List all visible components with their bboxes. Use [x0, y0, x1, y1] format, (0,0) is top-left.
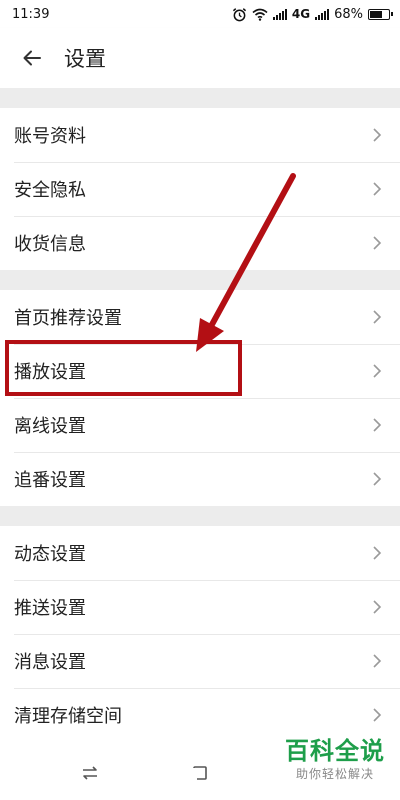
watermark-subtitle: 助你轻松解决 [295, 767, 374, 781]
settings-group-playback: 首页推荐设置 播放设置 离线设置 追番设置 [0, 290, 400, 506]
settings-item-offline[interactable]: 离线设置 [0, 398, 400, 452]
swap-icon [83, 766, 97, 780]
status-icons: 4G 68% [232, 6, 393, 22]
app-header: 设置 [0, 28, 400, 88]
settings-item-label: 账号资料 [14, 126, 86, 147]
settings-item-label: 收货信息 [14, 234, 86, 255]
settings-item-shipping-info[interactable]: 收货信息 [0, 216, 400, 270]
settings-item-label: 消息设置 [14, 652, 86, 673]
battery-icon [368, 8, 393, 20]
settings-item-account-profile[interactable]: 账号资料 [0, 108, 400, 162]
chevron-right-icon [373, 236, 382, 250]
chevron-right-icon [373, 182, 382, 196]
chevron-right-icon [373, 364, 382, 378]
settings-item-security-privacy[interactable]: 安全隐私 [0, 162, 400, 216]
network-type: 4G [291, 7, 311, 21]
settings-item-follow-series[interactable]: 追番设置 [0, 452, 400, 506]
chevron-right-icon [373, 418, 382, 432]
battery-percent: 68% [334, 6, 363, 22]
settings-item-playback[interactable]: 播放设置 [0, 344, 400, 398]
settings-item-label: 动态设置 [14, 544, 86, 565]
watermark-logo: 百科全说 助你轻松解决 [276, 737, 394, 783]
signal-icon [272, 8, 287, 20]
page-title: 设置 [64, 47, 106, 71]
watermark-title: 百科全说 [285, 737, 385, 765]
chevron-right-icon [373, 546, 382, 560]
back-button[interactable] [0, 28, 64, 88]
switch-button[interactable] [75, 758, 105, 788]
settings-item-label: 离线设置 [14, 416, 86, 437]
chevron-right-icon [373, 310, 382, 324]
settings-item-label: 播放设置 [14, 362, 86, 383]
chevron-right-icon [373, 128, 382, 142]
settings-list: 账号资料 安全隐私 收货信息 首页推荐设置 播放设置 离线设置 追番设置 动态设… [0, 88, 400, 742]
chevron-right-icon [373, 708, 382, 722]
settings-item-label: 安全隐私 [14, 180, 86, 201]
group-divider [0, 270, 400, 290]
settings-item-label: 追番设置 [14, 470, 86, 491]
wifi-icon [252, 8, 268, 21]
chevron-right-icon [373, 600, 382, 614]
square-icon [193, 766, 207, 780]
settings-item-feed[interactable]: 动态设置 [0, 526, 400, 580]
status-time: 11:39 [12, 6, 50, 22]
settings-item-label: 推送设置 [14, 598, 86, 619]
settings-item-label: 清理存储空间 [14, 706, 122, 727]
settings-item-label: 首页推荐设置 [14, 308, 122, 329]
chevron-right-icon [373, 654, 382, 668]
group-divider [0, 506, 400, 526]
arrow-left-icon [23, 50, 41, 66]
settings-screen: 11:39 4G 68% 设置 账号资料 安全隐私 收货信息 首页推荐设置 播放… [0, 0, 400, 800]
settings-group-notifications: 动态设置 推送设置 消息设置 清理存储空间 [0, 526, 400, 742]
settings-group-account: 账号资料 安全隐私 收货信息 [0, 108, 400, 270]
alarm-icon [232, 7, 246, 21]
signal-icon-2 [315, 8, 330, 20]
settings-item-push[interactable]: 推送设置 [0, 580, 400, 634]
settings-item-messages[interactable]: 消息设置 [0, 634, 400, 688]
settings-item-home-recommend[interactable]: 首页推荐设置 [0, 290, 400, 344]
home-button[interactable] [185, 758, 215, 788]
settings-item-clear-storage[interactable]: 清理存储空间 [0, 688, 400, 742]
chevron-right-icon [373, 472, 382, 486]
status-bar: 11:39 4G 68% [0, 0, 400, 28]
group-divider [0, 88, 400, 108]
